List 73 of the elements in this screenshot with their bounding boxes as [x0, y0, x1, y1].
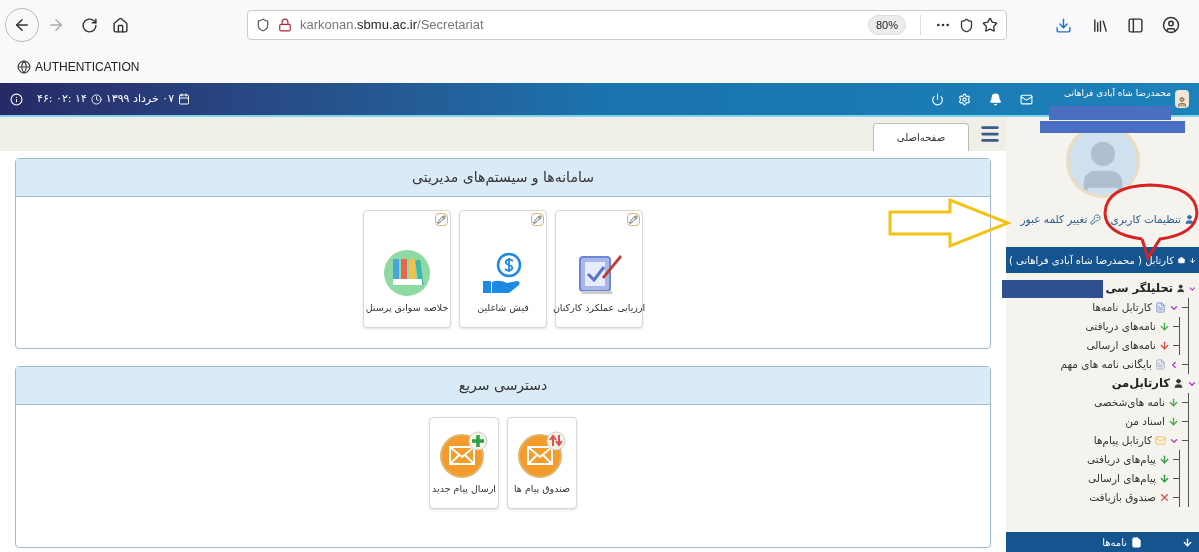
binders-icon: [383, 248, 431, 297]
change-password-link[interactable]: تغییر کلمه عبور: [1020, 212, 1088, 228]
menu-icon[interactable]: [979, 123, 1001, 145]
tree-item[interactable]: تحلیلگر سی: [1105, 279, 1174, 298]
url-text: karkonan.sbmu.ac.ir/Secretariat: [300, 16, 484, 35]
tab[interactable]: صفحه‌اصلی: [873, 123, 969, 151]
time-text: ۴۶: ۰۲: ۱۴: [37, 90, 87, 107]
date-text: ۰۷ خرداد ۱۳۹۹: [105, 90, 175, 107]
edit-icon[interactable]: [435, 213, 448, 226]
document-icon: [1155, 359, 1166, 370]
person-icon: [1173, 378, 1184, 389]
account-icon[interactable]: [1162, 16, 1180, 34]
document-icon: [1155, 302, 1166, 313]
user-settings-link[interactable]: تنظیمات کاربری: [1110, 212, 1181, 228]
settings-icon[interactable]: [958, 92, 971, 106]
user-icon: [1184, 214, 1195, 226]
insecure-lock-icon: [278, 18, 292, 32]
envelope-arrow-icon: [1159, 473, 1170, 484]
document-icon: [1131, 536, 1142, 548]
tree-item[interactable]: نامه‌های ارسالی: [1086, 337, 1156, 354]
tree-item[interactable]: صندوق بازیافت: [1089, 489, 1156, 506]
reload-button[interactable]: [81, 16, 98, 34]
person-icon: [1176, 283, 1186, 294]
star-icon[interactable]: [982, 17, 998, 33]
edit-icon[interactable]: [627, 213, 640, 226]
letter-arrow-icon: [1168, 416, 1179, 427]
clock-icon: [90, 93, 102, 105]
x-mark-icon: [1159, 492, 1170, 503]
tree-item[interactable]: کارتابل نامه‌ها: [1092, 299, 1152, 316]
tree-item[interactable]: اسناد من: [1125, 413, 1165, 430]
power-icon[interactable]: [931, 92, 944, 106]
calendar-icon: [178, 93, 191, 105]
app-tile[interactable]: ارسال پیام جدید: [429, 417, 499, 509]
app-tile[interactable]: خلاصه سوابق پرسنل: [363, 210, 451, 328]
tree-item[interactable]: پیام‌های ارسالی: [1087, 470, 1156, 487]
tree-item[interactable]: کارتابل پیام‌ها: [1093, 432, 1152, 449]
envelope-plus-icon: [439, 429, 489, 478]
edit-icon[interactable]: [531, 213, 544, 226]
bell-icon[interactable]: [989, 92, 1002, 106]
cartable-header[interactable]: کارتابل ( محمدرضا شاه آبادی فراهانی ): [1006, 247, 1199, 273]
letter-arrow-icon: [1168, 397, 1179, 408]
letter-arrow-icon: [1159, 340, 1170, 351]
globe-icon: [17, 59, 31, 74]
tree-item[interactable]: کارتابل‌من: [1111, 374, 1170, 393]
panel-title: سامانه‌ها و سیستم‌های مدیریتی: [412, 168, 594, 188]
envelope-icon: [1155, 435, 1166, 446]
tree-item[interactable]: نامه‌های دریافتی: [1085, 318, 1156, 335]
zoom-level[interactable]: 80%: [867, 14, 906, 36]
home-button[interactable]: [112, 16, 129, 34]
key-icon: [1090, 214, 1102, 226]
mail-icon[interactable]: [1020, 92, 1033, 106]
shield-icon: [256, 18, 270, 32]
download-icon[interactable]: [1055, 16, 1072, 34]
letters-header[interactable]: نامه‌ها: [1006, 532, 1199, 552]
tree-item[interactable]: پیام‌های دریافتی: [1087, 451, 1156, 468]
envelope-arrow-icon: [1159, 454, 1170, 465]
tree-item[interactable]: نامه های‌شخصی: [1093, 394, 1165, 411]
info-icon[interactable]: [10, 92, 23, 106]
app-tile[interactable]: ارزیابی عملکرد کارکنان: [555, 210, 643, 328]
collapsed-chevron-icon[interactable]: [1169, 359, 1179, 370]
sidebar-icon[interactable]: [1127, 16, 1144, 34]
tree-item[interactable]: بایگانی نامه های مهم: [1060, 356, 1152, 373]
avatar-icon: [1175, 90, 1189, 108]
envelope-arrows-icon: [517, 429, 567, 478]
panel-title: دسترسی سریع: [458, 376, 548, 396]
library-icon[interactable]: [1092, 16, 1109, 34]
letter-arrow-icon: [1159, 321, 1170, 332]
app-tile[interactable]: صندوق پیام ها: [507, 417, 577, 509]
user-name[interactable]: محمدرضا شاه آبادی فراهانی: [1064, 87, 1171, 101]
app-tile[interactable]: فیش شاغلین: [459, 210, 547, 328]
arrow-down-icon: [1182, 536, 1193, 548]
address-bar[interactable]: karkonan.sbmu.ac.ir/Secretariat 80%: [247, 10, 1007, 40]
bookmark-link[interactable]: AUTHENTICATION: [35, 57, 140, 76]
